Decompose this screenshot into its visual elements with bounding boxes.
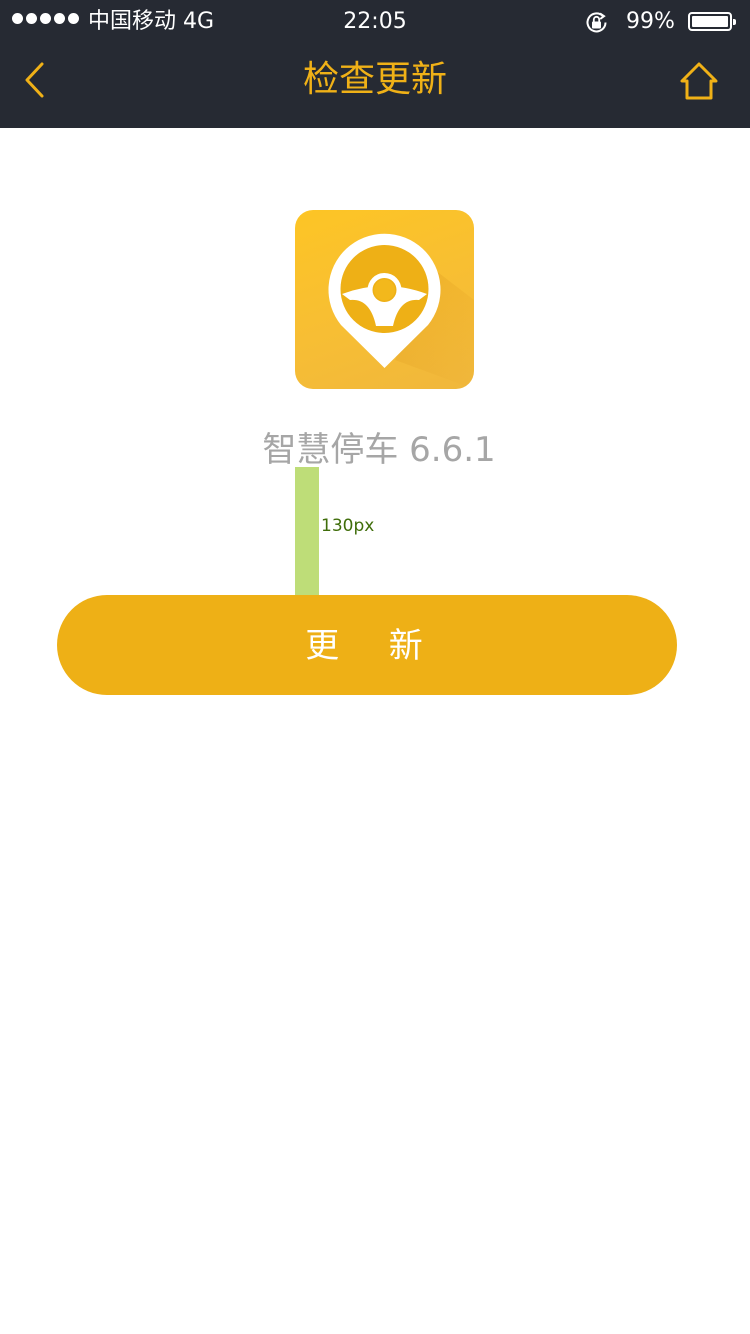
nav-bar: 检查更新 — [0, 44, 750, 128]
app-name-version: 智慧停车 6.6.1 — [262, 430, 496, 470]
app-logo — [295, 210, 474, 389]
page-title: 检查更新 — [302, 59, 447, 100]
home-button[interactable] — [674, 58, 726, 106]
home-icon — [680, 62, 718, 100]
spacing-annotation-bar — [295, 467, 319, 595]
battery-percent: 99% — [626, 9, 675, 34]
steering-wheel-pin-icon — [328, 233, 474, 389]
spacing-annotation-label: 130px — [321, 516, 375, 536]
battery-icon — [688, 12, 736, 31]
status-bar: 中国移动 4G 22:05 99% — [0, 0, 750, 44]
rotation-lock-icon — [586, 12, 607, 33]
update-button[interactable]: 更 新 — [57, 595, 677, 695]
top-bar: 中国移动 4G 22:05 99% 检查更新 — [0, 0, 750, 128]
